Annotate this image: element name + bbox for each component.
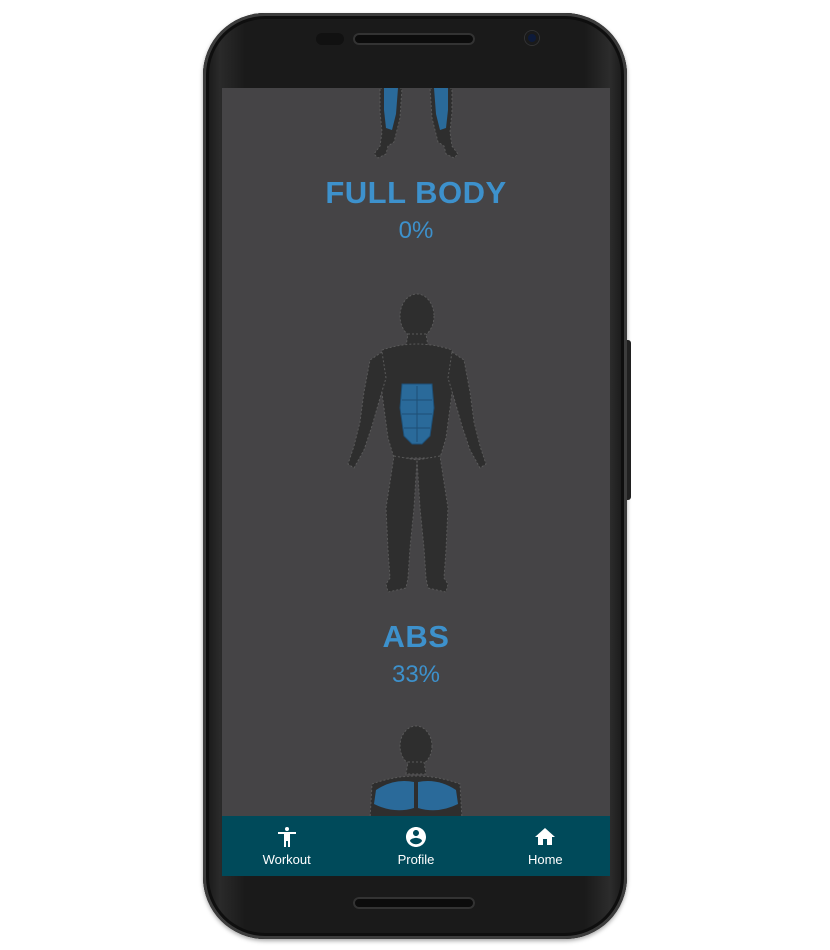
legs-figure[interactable] (366, 88, 466, 160)
nav-home[interactable]: Home (481, 816, 610, 876)
workout-card-abs[interactable]: ABS 33% (222, 620, 610, 690)
bottom-navigation: Workout Profile Home (222, 816, 610, 876)
card-title: ABS (382, 619, 450, 654)
bottom-speaker (353, 897, 475, 909)
account-circle-icon (405, 827, 426, 847)
earpiece-speaker (353, 33, 475, 45)
person-standing-icon (277, 827, 296, 847)
nav-label: Workout (262, 852, 311, 867)
neck (405, 761, 427, 775)
card-progress: 33% (391, 661, 441, 688)
card-progress: 0% (398, 217, 434, 244)
front-camera (525, 31, 539, 45)
nav-workout[interactable]: Workout (222, 816, 351, 876)
nav-label: Home (527, 852, 563, 867)
right-arm (447, 351, 487, 469)
workout-card-full-body[interactable]: FULL BODY 0% (222, 176, 610, 246)
head (399, 293, 435, 339)
left-leg (385, 455, 418, 593)
home-icon (535, 828, 556, 845)
nav-profile[interactable]: Profile (351, 816, 480, 876)
proximity-sensor (316, 33, 344, 45)
left-arm (347, 351, 387, 469)
app-screen[interactable]: FULL BODY 0% ABS 33% Workout Profile Hom… (222, 88, 610, 876)
head (399, 725, 433, 767)
chest-figure[interactable] (366, 724, 466, 819)
side-button (627, 340, 631, 500)
abs-figure[interactable] (342, 288, 492, 608)
right-leg (416, 455, 449, 593)
nav-label: Profile (397, 852, 435, 867)
card-title: FULL BODY (325, 175, 507, 210)
